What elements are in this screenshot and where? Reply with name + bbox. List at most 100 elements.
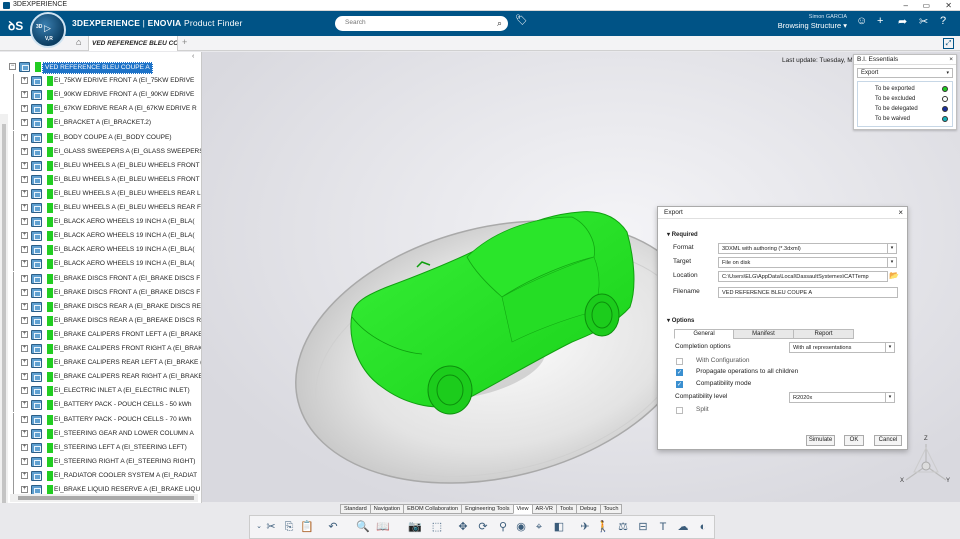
search-box[interactable]: ⌕ <box>335 16 508 31</box>
expand-icon[interactable]: + <box>21 246 28 254</box>
add-tab-button[interactable]: + <box>182 37 187 47</box>
tab-touch[interactable]: Touch <box>599 504 623 514</box>
compat-level-chevron-icon[interactable]: ▾ <box>885 392 895 403</box>
tab-report[interactable]: Report <box>793 329 854 339</box>
expand-icon[interactable]: + <box>21 119 28 127</box>
cube-view-icon[interactable]: ⬚ <box>430 520 444 534</box>
format-chevron-icon[interactable]: ▾ <box>887 243 897 254</box>
propagate-checkbox[interactable]: ✓ <box>676 369 683 376</box>
expand-icon[interactable]: + <box>21 161 28 169</box>
tree-item[interactable]: + EI_BRAKE DISCS REAR A (EI_BRAKE DISCS R… <box>0 299 201 314</box>
expand-icon[interactable]: + <box>21 147 28 155</box>
tree-item[interactable]: + EI_75KW EDRIVE FRONT A (EI_75KW EDRIVE <box>0 74 200 89</box>
search-input[interactable] <box>345 19 485 26</box>
expand-icon[interactable]: + <box>21 91 28 99</box>
walk-icon[interactable]: 🚶 <box>596 520 610 534</box>
location-field[interactable]: C:\Users\ELG\AppData\Local\DassaultSyste… <box>718 271 888 282</box>
bi-mode-select[interactable]: Export ▾ <box>857 68 953 78</box>
rotate-icon[interactable]: ⟳ <box>476 520 490 534</box>
tree-item[interactable]: + EI_BRAKE CALIPERS FRONT LEFT A (EI_BRAK… <box>0 327 201 342</box>
ghost-icon[interactable]: ☁ <box>676 520 690 534</box>
tree-item[interactable]: + EI_BODY COUPE A (EI_BODY COUPE) <box>0 130 200 145</box>
filename-field[interactable]: VED REFERENCE BLEU COUPE A <box>718 287 898 298</box>
tab-engineering-tools[interactable]: Engineering Tools <box>461 504 514 514</box>
expand-icon[interactable]: + <box>21 359 28 367</box>
completion-chevron-icon[interactable]: ▾ <box>885 342 895 353</box>
bi-close-icon[interactable]: × <box>949 56 953 63</box>
tree-item[interactable]: + EI_BLACK AERO WHEELS 19 INCH A (EI_BLA( <box>0 243 200 258</box>
tree-item[interactable]: + EI_BLEU WHEELS A (EI_BLEU WHEELS REAR L <box>0 186 201 201</box>
folder-icon[interactable]: 📂 <box>889 271 899 280</box>
pan-icon[interactable]: ✥ <box>456 520 470 534</box>
expand-icon[interactable]: + <box>21 105 28 113</box>
tag-icon[interactable]: 🏷 <box>515 15 528 26</box>
collapse-panel-icon[interactable]: ‹ <box>192 53 194 60</box>
play-icon[interactable]: ▷ <box>44 23 51 34</box>
sphere-icon[interactable]: ◐ <box>696 520 710 534</box>
expand-icon[interactable]: + <box>21 260 28 268</box>
tree-item[interactable]: + EI_BATTERY PACK - POUCH CELLS - 70 kWh <box>0 412 200 427</box>
expand-icon[interactable]: + <box>21 429 28 437</box>
fullscreen-icon[interactable]: ⤢ <box>943 38 954 49</box>
section-icon[interactable]: ⊟ <box>636 520 650 534</box>
tree-item[interactable]: + EI_GLASS SWEEPERS A (EI_GLASS SWEEPERS) <box>0 144 201 159</box>
maximize-button[interactable]: ▭ <box>922 0 930 11</box>
tree-item[interactable]: + EI_BRAKE CALIPERS REAR LEFT A (EI_BRAKE… <box>0 356 201 371</box>
expand-icon[interactable]: + <box>21 77 28 85</box>
share-icon[interactable]: ➦ <box>898 15 907 28</box>
compat-mode-checkbox[interactable]: ✓ <box>676 381 683 388</box>
tab-view[interactable]: View <box>512 504 533 514</box>
tree-item[interactable]: + EI_BLEU WHEELS A (EI_BLEU WHEELS FRONT <box>0 172 200 187</box>
tools-icon[interactable]: ✂ <box>919 15 928 28</box>
tree-item[interactable]: + EI_BRAKE CALIPERS REAR RIGHT A (EI_BRAK… <box>0 370 201 385</box>
tab-ved-reference[interactable]: VED REFERENCE BLEU CO <box>88 36 178 51</box>
tree-item[interactable]: + EI_BLEU WHEELS A (EI_BLEU WHEELS FRONT <box>0 158 200 173</box>
tab-manifest[interactable]: Manifest <box>733 329 794 339</box>
zoom-icon[interactable]: 🔍 <box>356 520 370 534</box>
expand-icon[interactable]: + <box>21 471 28 479</box>
close-window-button[interactable]: ✕ <box>945 0 952 11</box>
user-avatar-icon[interactable]: ☺ <box>856 15 867 27</box>
expand-icon[interactable]: + <box>21 330 28 338</box>
tree-item[interactable]: + EI_ELECTRIC INLET A (EI_ELECTRIC INLET) <box>0 384 200 399</box>
completion-select[interactable]: With all representations <box>789 342 886 353</box>
tab-standard[interactable]: Standard <box>340 504 371 514</box>
tree-item[interactable]: + EI_67KW EDRIVE REAR A (EI_67KW EDRIVE R <box>0 102 200 117</box>
context-selector[interactable]: Browsing Structure ▾ <box>778 21 847 30</box>
expand-icon[interactable]: + <box>21 387 28 395</box>
tree-item[interactable]: + EI_90KW EDRIVE FRONT A (EI_90KW EDRIVE <box>0 88 200 103</box>
tree-item[interactable]: + EI_STEERING GEAR AND LOWER COLUMN A <box>0 426 200 441</box>
tree-item[interactable]: + EI_BLACK AERO WHEELS 19 INCH A (EI_BLA( <box>0 215 200 230</box>
target-chevron-icon[interactable]: ▾ <box>887 257 897 268</box>
tree-item[interactable]: + EI_BRACKET A (EI_BRACKET.2) <box>0 116 200 131</box>
expand-icon[interactable]: + <box>21 415 28 423</box>
home-icon[interactable]: ⌂ <box>76 37 81 47</box>
look-at-icon[interactable]: ◉ <box>514 520 528 534</box>
tree-item[interactable]: + EI_BATTERY PACK - POUCH CELLS - 50 kWh <box>0 398 200 413</box>
ok-button[interactable]: OK <box>844 435 864 446</box>
book-icon[interactable]: 📖 <box>376 520 390 534</box>
tree-item[interactable]: + EI_BLACK AERO WHEELS 19 INCH A (EI_BLA( <box>0 229 200 244</box>
expand-icon[interactable]: + <box>21 373 28 381</box>
expand-icon[interactable]: + <box>21 204 28 211</box>
options-section[interactable]: ▾ Options <box>667 317 694 324</box>
split-checkbox[interactable] <box>676 407 683 414</box>
tree-item[interactable]: + EI_RADIATOR COOLER SYSTEM A (EI_RADIAT <box>0 468 200 483</box>
tree-item[interactable]: + EI_BRAKE DISCS REAR A (EI_BREAKE DISCS … <box>0 313 201 328</box>
tab-general[interactable]: General <box>674 329 734 339</box>
expand-icon[interactable]: + <box>21 218 28 226</box>
expand-icon[interactable]: + <box>21 443 28 451</box>
tab-ar-vr[interactable]: AR-VR <box>531 504 557 514</box>
compat-level-select[interactable]: R2020x <box>789 392 886 403</box>
capture-icon[interactable]: 📷 <box>408 520 422 534</box>
user-info[interactable]: Simon GARCIA Browsing Structure ▾ <box>778 14 847 30</box>
tree-item[interactable]: + EI_STEERING LEFT A (EI_STEERING LEFT) <box>0 440 200 455</box>
tree-item[interactable]: + EI_BRAKE CALIPERS FRONT RIGHT A (EI_BRA… <box>0 342 201 356</box>
add-icon[interactable]: + <box>877 15 883 27</box>
compass-tool-icon[interactable]: ✈ <box>578 520 592 534</box>
fit-all-icon[interactable]: ⌖ <box>532 520 546 534</box>
chevron-down-icon[interactable]: ▾ <box>946 70 949 76</box>
required-section[interactable]: ▾ Required <box>667 231 698 238</box>
expand-icon[interactable]: + <box>21 486 28 493</box>
expand-icon[interactable]: + <box>21 133 28 141</box>
